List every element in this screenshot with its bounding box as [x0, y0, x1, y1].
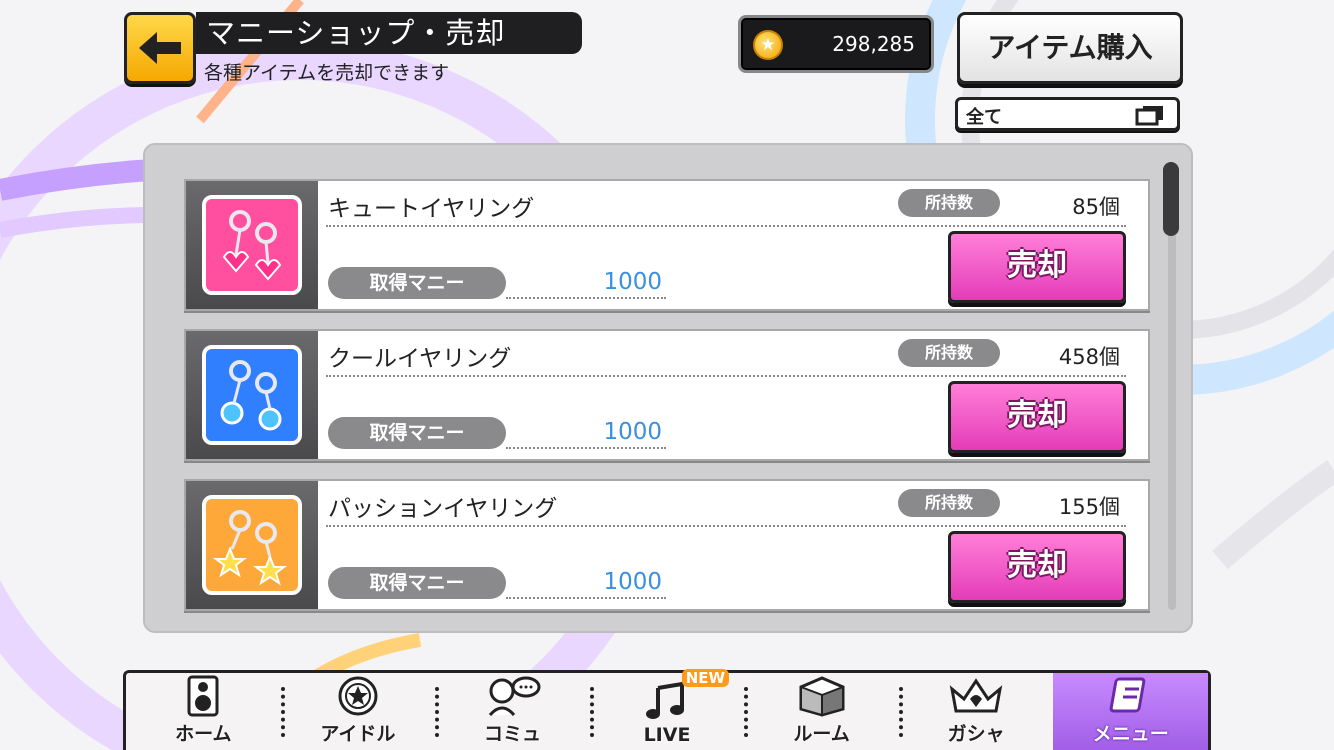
- nav-idol-label: アイドル: [320, 723, 396, 745]
- money-gain-value: 1000: [506, 267, 666, 299]
- star-badge-icon: [338, 676, 378, 716]
- item-row-cute: キュートイヤリング 所持数 85個 取得マニー 1000 売却: [184, 179, 1150, 311]
- owned-count: 458個: [1058, 345, 1120, 369]
- nav-gacha-label: ガシャ: [947, 723, 1005, 745]
- scrollbar-thumb[interactable]: [1163, 162, 1179, 236]
- earring-icon: [213, 510, 287, 586]
- money-gain-label: 取得マニー: [328, 267, 506, 299]
- nav-commu-label: コミュ: [483, 723, 541, 745]
- money-gain-value: 1000: [506, 567, 666, 599]
- buy-items-button[interactable]: アイテム購入: [957, 12, 1183, 84]
- sell-button[interactable]: 売却: [948, 231, 1126, 303]
- money-gain-label: 取得マニー: [328, 417, 506, 449]
- owned-label: 所持数: [898, 189, 1000, 217]
- item-row-cool: クールイヤリング 所持数 458個 取得マニー 1000 売却: [184, 329, 1150, 461]
- divider: [326, 375, 1126, 377]
- money-display: ★ 298,285: [738, 15, 934, 73]
- item-thumb-area: [186, 181, 318, 309]
- divider: [326, 225, 1126, 227]
- nav-gacha[interactable]: ガシャ: [898, 673, 1054, 750]
- nav-live-label: LIVE: [643, 724, 691, 746]
- owned-count: 155個: [1058, 495, 1120, 519]
- money-value: 298,285: [832, 32, 915, 56]
- nav-room[interactable]: ルーム: [744, 673, 899, 750]
- item-name: パッションイヤリング: [328, 496, 558, 522]
- item-name: クールイヤリング: [328, 346, 512, 372]
- owned-label: 所持数: [898, 489, 1000, 517]
- sell-button[interactable]: 売却: [948, 381, 1126, 453]
- nav-live[interactable]: NEW LIVE: [589, 669, 745, 750]
- nav-menu-label: メニュー: [1092, 723, 1169, 745]
- item-thumb-area: [186, 481, 318, 609]
- passion-earring-thumb: [202, 495, 302, 595]
- item-thumb-area: [186, 331, 318, 459]
- money-gain-value: 1000: [506, 417, 666, 449]
- earring-icon: [220, 360, 282, 431]
- filter-label: 全て: [966, 107, 1002, 128]
- cute-earring-thumb: [202, 195, 302, 295]
- chat-person-icon: [489, 676, 541, 717]
- crown-icon: [949, 678, 1003, 713]
- divider: [326, 525, 1126, 527]
- owned-count: 85個: [1072, 195, 1120, 219]
- money-gain-label: 取得マニー: [328, 567, 506, 599]
- back-button[interactable]: [124, 12, 196, 84]
- sell-button[interactable]: 売却: [948, 531, 1126, 603]
- arrow-left-icon: [139, 32, 181, 64]
- nav-commu[interactable]: コミュ: [435, 673, 590, 750]
- nav-room-label: ルーム: [793, 723, 850, 745]
- window-icon: [1135, 106, 1163, 126]
- nav-idol[interactable]: アイドル: [280, 673, 436, 750]
- item-name: キュートイヤリング: [328, 196, 535, 222]
- owned-label: 所持数: [898, 339, 1000, 367]
- page-title: マニーショップ・売却: [196, 12, 582, 54]
- earring-icon: [222, 210, 282, 281]
- bottom-nav: ホーム アイドル コミュ NEW LIVE ルーム ガシャ メニュー: [123, 669, 1211, 750]
- new-badge: NEW: [681, 669, 730, 687]
- coin-icon: ★: [753, 30, 783, 60]
- menu-icon: [1109, 677, 1146, 713]
- speaker-icon: [187, 675, 219, 717]
- nav-menu[interactable]: メニュー: [1053, 673, 1209, 750]
- nav-home-label: ホーム: [175, 723, 232, 745]
- cool-earring-thumb: [202, 345, 302, 445]
- nav-home[interactable]: ホーム: [126, 673, 281, 750]
- filter-dropdown[interactable]: 全て: [955, 97, 1180, 131]
- item-row-passion: パッションイヤリング 所持数 155個 取得マニー 1000 売却: [184, 479, 1150, 611]
- page-subtitle: 各種アイテムを売却できます: [204, 62, 450, 84]
- room-cube-icon: [799, 676, 845, 717]
